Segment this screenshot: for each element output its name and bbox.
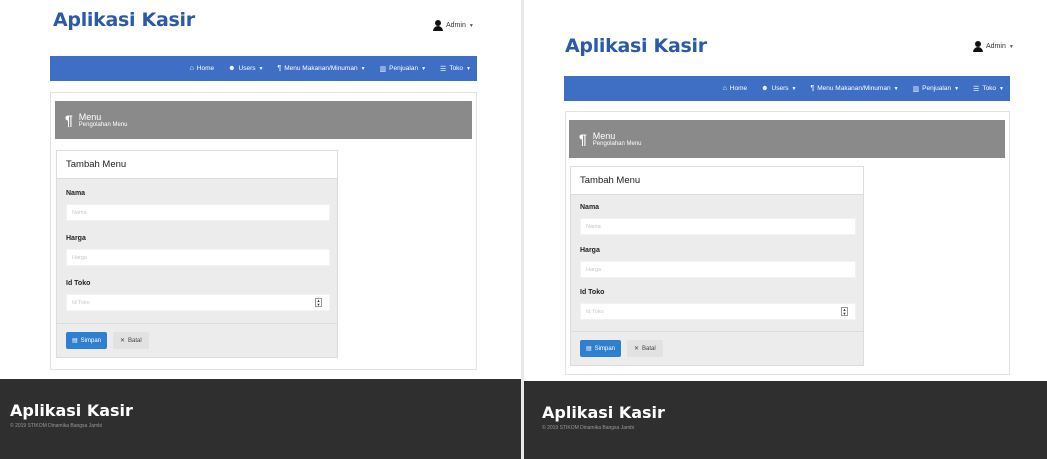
navbar: ⌂ Home ☻ Users ▼ ¶ Menu Makanan/Minuman ▼ ▥ Pe… — [564, 76, 1010, 101]
number-spinner[interactable]: ▲ ▼ — [841, 307, 848, 316]
nav-toko[interactable]: ☰ Toko ▼ — [440, 65, 471, 73]
form-footer: ▤ Simpan ✕ Batal — [57, 323, 337, 357]
chevron-down-icon: ▼ — [466, 65, 471, 72]
nav-users[interactable]: ☻ Users ▼ — [761, 85, 796, 92]
form-footer: ▤ Simpan ✕ Batal — [571, 331, 863, 365]
footer-title: Aplikasi Kasir — [10, 401, 133, 420]
user-menu[interactable]: Admin ▼ — [433, 20, 474, 31]
floppy-icon: ▤ — [72, 338, 78, 344]
footer: Aplikasi Kasir © 2019 STIKOM Dinamika Ba… — [524, 381, 1047, 459]
fork-knife-icon: ¶ — [277, 65, 282, 72]
left-screenshot: Aplikasi Kasir Admin ▼ ⌂ Home ☻ Users ▼ ¶ Me… — [0, 0, 521, 459]
cancel-button[interactable]: ✕ Batal — [627, 340, 663, 357]
page-header: ¶ Menu Pengolahan Menu — [569, 120, 1005, 158]
nama-input[interactable]: Nama — [66, 204, 330, 221]
footer-title: Aplikasi Kasir — [542, 403, 665, 422]
footer-copyright: © 2019 STIKOM Dinamika Bangsa Jambi — [10, 423, 103, 429]
close-icon: ✕ — [634, 346, 640, 352]
chevron-down-icon: ▼ — [421, 65, 427, 72]
users-icon: ☻ — [761, 85, 769, 92]
nav-users[interactable]: ☻ Users ▼ — [228, 65, 263, 72]
harga-input[interactable]: Harga — [580, 261, 856, 278]
page-header: ¶ Menu Pengolahan Menu — [55, 101, 472, 139]
chevron-down-icon: ▼ — [999, 85, 1004, 92]
save-button[interactable]: ▤ Simpan — [580, 340, 622, 357]
nama-input[interactable]: Nama — [580, 218, 856, 235]
chevron-down-icon: ▼ — [893, 85, 899, 92]
field-id-toko: Id Toko Id Toko ▲ ▼ — [66, 280, 330, 311]
form-heading: Tambah Menu — [57, 151, 337, 179]
fork-knife-icon: ¶ — [65, 112, 73, 128]
bar-chart-icon: ▥ — [912, 85, 920, 93]
floppy-icon: ▤ — [586, 346, 592, 352]
field-harga: Harga Harga — [66, 235, 330, 266]
field-label: Id Toko — [580, 289, 605, 296]
app-title[interactable]: Aplikasi Kasir — [53, 9, 195, 31]
user-menu[interactable]: Admin ▼ — [973, 41, 1014, 52]
form-card: Tambah Menu Nama Nama Harga Harga Id Tok… — [570, 166, 864, 366]
user-icon — [973, 41, 983, 52]
field-nama: Nama Nama — [580, 204, 856, 235]
nav-home[interactable]: ⌂ Home — [190, 65, 215, 72]
id-toko-input[interactable]: Id Toko ▲ ▼ — [66, 294, 330, 311]
field-harga: Harga Harga — [580, 247, 856, 278]
page-title: Menu — [78, 111, 102, 122]
footer-copyright: © 2019 STIKOM Dinamika Bangsa Jambi — [542, 425, 635, 431]
nav-penjualan[interactable]: ▥ Penjualan ▼ — [913, 85, 960, 93]
chevron-down-icon: ▼ — [954, 85, 960, 92]
chevron-down-icon: ▼ — [1008, 43, 1014, 50]
home-icon: ⌂ — [722, 85, 727, 92]
chevron-down-icon: ▼ — [360, 65, 366, 72]
cancel-button[interactable]: ✕ Batal — [113, 332, 149, 349]
nav-menu-makanan[interactable]: ¶ Menu Makanan/Minuman ▼ — [810, 85, 898, 92]
page-subtitle: Pengolahan Menu — [592, 140, 642, 147]
user-name: Admin — [986, 43, 1006, 50]
harga-input[interactable]: Harga — [66, 249, 330, 266]
nav-home[interactable]: ⌂ Home — [723, 85, 748, 92]
page-subtitle: Pengolahan Menu — [78, 121, 128, 128]
page-title: Menu — [592, 130, 616, 141]
field-nama: Nama Nama — [66, 190, 330, 221]
home-icon: ⌂ — [189, 65, 194, 72]
footer: Aplikasi Kasir © 2019 STIKOM Dinamika Ba… — [0, 379, 521, 459]
nav-toko[interactable]: ☰ Toko ▼ — [973, 85, 1004, 93]
navbar: ⌂ Home ☻ Users ▼ ¶ Menu Makanan/Minuman ▼ ▥ Pe… — [50, 56, 477, 81]
nav-penjualan[interactable]: ▥ Penjualan ▼ — [380, 65, 427, 73]
app-title[interactable]: Aplikasi Kasir — [565, 35, 707, 57]
user-icon — [433, 20, 443, 31]
save-button[interactable]: ▤ Simpan — [66, 332, 108, 349]
form-heading: Tambah Menu — [571, 167, 863, 195]
fork-knife-icon: ¶ — [810, 85, 815, 92]
user-name: Admin — [446, 22, 466, 29]
field-label: Nama — [580, 204, 600, 211]
chevron-down-icon: ▼ — [468, 22, 474, 29]
close-icon: ✕ — [120, 338, 126, 344]
fork-knife-icon: ¶ — [579, 131, 587, 147]
users-icon: ☻ — [228, 65, 236, 72]
field-label: Harga — [66, 235, 86, 242]
nav-menu-makanan[interactable]: ¶ Menu Makanan/Minuman ▼ — [277, 65, 365, 72]
chevron-down-icon: ▼ — [791, 85, 797, 92]
right-screenshot: Aplikasi Kasir Admin ▼ ⌂ Home ☻ Users ▼ ¶ Me… — [524, 0, 1047, 459]
id-toko-input[interactable]: Id Toko ▲ ▼ — [580, 303, 856, 320]
field-label: Harga — [580, 247, 600, 254]
field-label: Nama — [66, 190, 86, 197]
bar-chart-icon: ▥ — [379, 65, 387, 73]
form-card: Tambah Menu Nama Nama Harga Harga Id Tok… — [56, 150, 338, 358]
chevron-down-icon: ▼ — [258, 65, 264, 72]
field-id-toko: Id Toko Id Toko ▲ ▼ — [580, 289, 856, 320]
number-spinner[interactable]: ▲ ▼ — [315, 298, 322, 307]
list-icon: ☰ — [440, 65, 447, 73]
field-label: Id Toko — [66, 280, 91, 287]
list-icon: ☰ — [973, 85, 980, 93]
